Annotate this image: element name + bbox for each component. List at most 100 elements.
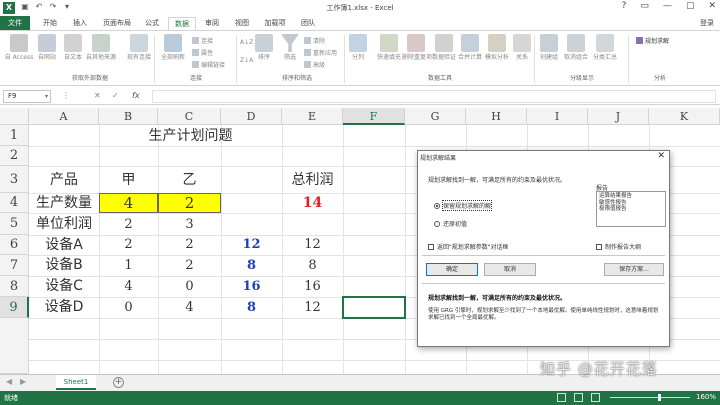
- column-header-a[interactable]: A: [29, 108, 99, 125]
- advanced-filter-button[interactable]: 高级: [304, 61, 325, 70]
- tab-home[interactable]: 开始: [38, 17, 62, 30]
- cell-b9[interactable]: 0: [99, 297, 158, 318]
- ungroup-button[interactable]: 取消组合: [562, 34, 590, 62]
- formula-input[interactable]: [152, 90, 716, 103]
- cell-d7[interactable]: 8: [221, 255, 282, 276]
- column-header-i[interactable]: I: [527, 108, 588, 125]
- reports-list[interactable]: 运算结果报告 敏感性报告 极限值报告: [596, 191, 666, 227]
- column-header-f[interactable]: F: [343, 108, 405, 125]
- zoom-slider-handle[interactable]: [658, 394, 661, 401]
- cell-c3[interactable]: 乙: [158, 170, 221, 190]
- cell-e7[interactable]: 8: [282, 255, 343, 276]
- subtotal-button[interactable]: 分类汇总: [590, 34, 620, 62]
- connections-button[interactable]: 连接: [192, 37, 213, 46]
- remove-duplicates-button[interactable]: 删除重复项: [402, 34, 432, 62]
- sort-button[interactable]: 排序: [252, 34, 276, 62]
- reapply-button[interactable]: 重新应用: [304, 49, 337, 58]
- minimize-button[interactable]: —: [663, 1, 672, 11]
- enter-formula-button[interactable]: ✓: [112, 91, 119, 100]
- close-window-button[interactable]: ✕: [708, 1, 716, 11]
- insert-function-button[interactable]: fx: [132, 91, 140, 100]
- cell-b5[interactable]: 2: [99, 214, 158, 235]
- prev-sheet-icon[interactable]: ◀: [6, 377, 12, 386]
- radio-keep-solution[interactable]: 保留规划求解的解: [434, 200, 493, 211]
- clear-filter-button[interactable]: 清除: [304, 37, 325, 46]
- tab-formulas[interactable]: 公式: [140, 17, 164, 30]
- what-if-analysis-button[interactable]: 模拟分析: [482, 34, 512, 62]
- page-layout-view-icon[interactable]: [574, 393, 583, 402]
- column-header-b[interactable]: B: [99, 108, 158, 125]
- help-button[interactable]: ?: [622, 1, 627, 11]
- ok-button[interactable]: 确定: [426, 263, 478, 276]
- cell-e3[interactable]: 总利润: [282, 170, 343, 190]
- consolidate-button[interactable]: 合并计算: [456, 34, 484, 62]
- cell-d6[interactable]: 12: [221, 235, 282, 255]
- next-sheet-icon[interactable]: ▶: [20, 377, 26, 386]
- page-break-view-icon[interactable]: [591, 393, 600, 402]
- cell-c8[interactable]: 0: [158, 276, 221, 297]
- tab-insert[interactable]: 插入: [68, 17, 92, 30]
- edit-links-button[interactable]: 编辑链接: [192, 61, 225, 70]
- row-header-8[interactable]: 8: [0, 276, 29, 297]
- login-link[interactable]: 登录: [700, 17, 714, 30]
- cell-c9[interactable]: 4: [158, 297, 221, 318]
- tab-file[interactable]: 文件: [0, 16, 30, 30]
- tab-view[interactable]: 视图: [230, 17, 254, 30]
- cell-b4[interactable]: 4: [99, 193, 158, 213]
- cell-c7[interactable]: 2: [158, 255, 221, 276]
- solver-button[interactable]: 规划求解: [636, 37, 669, 46]
- row-header-5[interactable]: 5: [0, 213, 29, 235]
- data-validation-button[interactable]: 数据验证: [430, 34, 458, 62]
- chevron-down-icon[interactable]: ▾: [45, 91, 48, 102]
- cell-title[interactable]: 生产计划问题: [99, 127, 282, 145]
- cell-c4[interactable]: 2: [158, 193, 221, 213]
- cell-c5[interactable]: 3: [158, 214, 221, 235]
- maximize-button[interactable]: ▢: [686, 1, 695, 11]
- properties-button[interactable]: 属性: [192, 49, 213, 58]
- row-header-9[interactable]: 9: [0, 297, 29, 318]
- sheet-tab-sheet1[interactable]: Sheet1: [56, 375, 96, 390]
- column-header-e[interactable]: E: [282, 108, 343, 125]
- cell-c6[interactable]: 2: [158, 235, 221, 255]
- row-header-4[interactable]: 4: [0, 193, 29, 213]
- radio-restore-values[interactable]: 还原初值: [434, 219, 467, 228]
- cell-e6[interactable]: 12: [282, 235, 343, 255]
- cell-e8[interactable]: 16: [282, 276, 343, 297]
- return-to-solver-checkbox[interactable]: 返回"规划求解参数"对话框: [428, 242, 509, 251]
- row-header-7[interactable]: 7: [0, 255, 29, 276]
- flash-fill-button[interactable]: 快速填充: [372, 34, 406, 62]
- from-other-sources-button[interactable]: 自其他来源: [82, 34, 120, 62]
- cell-a6[interactable]: 设备A: [29, 235, 99, 255]
- group-button[interactable]: 创建组: [536, 34, 562, 62]
- tab-team[interactable]: 团队: [296, 17, 320, 30]
- cell-e9[interactable]: 12: [282, 297, 343, 318]
- cell-a8[interactable]: 设备C: [29, 276, 99, 297]
- add-sheet-button[interactable]: +: [113, 377, 124, 388]
- tab-review[interactable]: 审阅: [200, 17, 224, 30]
- ribbon-display-button[interactable]: ▭: [640, 1, 649, 11]
- select-all-button[interactable]: [0, 108, 29, 125]
- column-header-d[interactable]: D: [221, 108, 282, 125]
- cell-b3[interactable]: 甲: [99, 170, 158, 190]
- row-header-1[interactable]: 1: [0, 125, 29, 146]
- text-to-columns-button[interactable]: 分列: [346, 34, 370, 62]
- column-header-j[interactable]: J: [588, 108, 649, 125]
- cell-b7[interactable]: 1: [99, 255, 158, 276]
- refresh-all-button[interactable]: 全部刷新: [156, 34, 190, 62]
- tab-data[interactable]: 数据: [168, 17, 196, 30]
- cell-a9[interactable]: 设备D: [29, 297, 99, 318]
- cell-a4[interactable]: 生产数量: [29, 193, 99, 213]
- cell-a5[interactable]: 单位利润: [29, 214, 99, 235]
- dialog-close-button[interactable]: ✕: [657, 151, 665, 161]
- row-header-6[interactable]: 6: [0, 235, 29, 255]
- cell-a7[interactable]: 设备B: [29, 255, 99, 276]
- column-header-c[interactable]: C: [158, 108, 221, 125]
- cell-d8[interactable]: 16: [221, 276, 282, 297]
- row-header-2[interactable]: 2: [0, 146, 29, 166]
- cell-b8[interactable]: 4: [99, 276, 158, 297]
- zoom-slider[interactable]: [610, 394, 690, 401]
- existing-connections-button[interactable]: 现有连接: [122, 34, 156, 62]
- cancel-formula-button[interactable]: ✕: [94, 91, 101, 100]
- column-header-g[interactable]: G: [405, 108, 466, 125]
- outline-reports-checkbox[interactable]: 制作报告大纲: [596, 242, 641, 251]
